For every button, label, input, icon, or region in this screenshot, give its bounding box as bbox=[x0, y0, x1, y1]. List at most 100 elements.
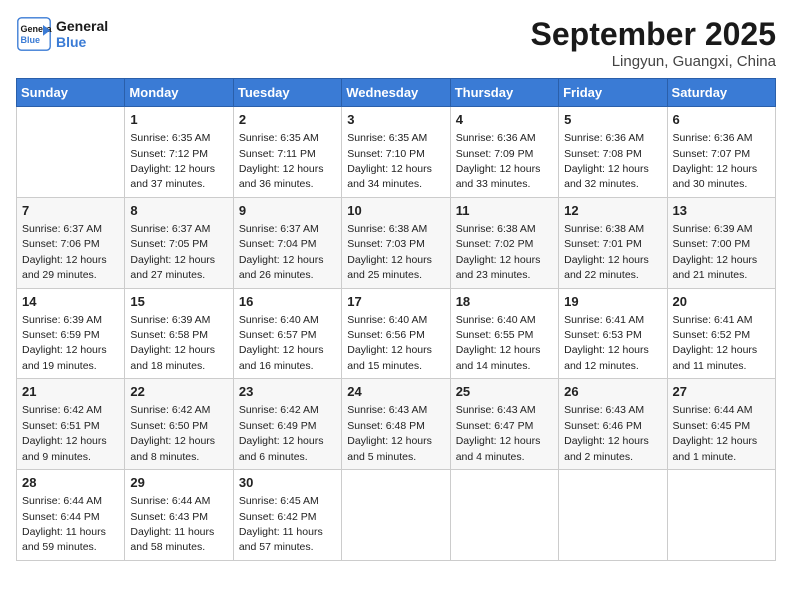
date-number: 20 bbox=[673, 293, 770, 311]
day-header-friday: Friday bbox=[559, 79, 667, 107]
calendar-cell: 26 Sunrise: 6:43 AM Sunset: 6:46 PM Dayli… bbox=[559, 379, 667, 470]
calendar-cell: 29Sunrise: 6:44 AM Sunset: 6:43 PM Dayli… bbox=[125, 470, 233, 561]
cell-info: Sunrise: 6:41 AM Sunset: 6:52 PM Dayligh… bbox=[673, 314, 758, 372]
cell-info: Sunrise: 6:39 AM Sunset: 6:59 PM Dayligh… bbox=[22, 314, 107, 372]
logo-text-general: General bbox=[56, 18, 108, 34]
cell-info: Sunrise: 6:35 AM Sunset: 7:12 PM Dayligh… bbox=[130, 132, 215, 190]
date-number: 18 bbox=[456, 293, 553, 311]
date-number: 14 bbox=[22, 293, 119, 311]
cell-info: Sunrise: 6:39 AM Sunset: 6:58 PM Dayligh… bbox=[130, 314, 215, 372]
location: Lingyun, Guangxi, China bbox=[531, 53, 776, 70]
calendar-cell: 13Sunrise: 6:39 AM Sunset: 7:00 PM Dayli… bbox=[667, 197, 775, 288]
calendar-week-1: 1Sunrise: 6:35 AM Sunset: 7:12 PM Daylig… bbox=[17, 107, 776, 198]
date-number: 27 bbox=[673, 383, 770, 401]
calendar-cell: 16 Sunrise: 6:40 AM Sunset: 6:57 PM Dayli… bbox=[233, 288, 341, 379]
calendar-cell: 4 Sunrise: 6:36 AM Sunset: 7:09 PM Daylig… bbox=[450, 107, 558, 198]
cell-info: Sunrise: 6:40 AM Sunset: 6:55 PM Dayligh… bbox=[456, 314, 541, 372]
calendar-cell: 18 Sunrise: 6:40 AM Sunset: 6:55 PM Dayli… bbox=[450, 288, 558, 379]
calendar-cell: 20 Sunrise: 6:41 AM Sunset: 6:52 PM Dayli… bbox=[667, 288, 775, 379]
cell-info: Sunrise: 6:38 AM Sunset: 7:03 PM Dayligh… bbox=[347, 223, 432, 281]
calendar-cell: 21Sunrise: 6:42 AM Sunset: 6:51 PM Dayli… bbox=[17, 379, 125, 470]
logo: General Blue General Blue bbox=[16, 16, 108, 52]
date-number: 6 bbox=[673, 111, 770, 129]
calendar-cell: 30Sunrise: 6:45 AM Sunset: 6:42 PM Dayli… bbox=[233, 470, 341, 561]
date-number: 26 bbox=[564, 383, 661, 401]
calendar-cell: 12 Sunrise: 6:38 AM Sunset: 7:01 PM Dayli… bbox=[559, 197, 667, 288]
cell-info: Sunrise: 6:41 AM Sunset: 6:53 PM Dayligh… bbox=[564, 314, 649, 372]
day-header-wednesday: Wednesday bbox=[342, 79, 450, 107]
date-number: 19 bbox=[564, 293, 661, 311]
cell-info: Sunrise: 6:35 AM Sunset: 7:11 PM Dayligh… bbox=[239, 132, 324, 190]
calendar-cell bbox=[559, 470, 667, 561]
date-number: 3 bbox=[347, 111, 444, 129]
cell-info: Sunrise: 6:39 AM Sunset: 7:00 PM Dayligh… bbox=[673, 223, 758, 281]
calendar-week-4: 21Sunrise: 6:42 AM Sunset: 6:51 PM Dayli… bbox=[17, 379, 776, 470]
date-number: 24 bbox=[347, 383, 444, 401]
cell-info: Sunrise: 6:36 AM Sunset: 7:09 PM Dayligh… bbox=[456, 132, 541, 190]
day-header-monday: Monday bbox=[125, 79, 233, 107]
date-number: 11 bbox=[456, 202, 553, 220]
cell-info: Sunrise: 6:42 AM Sunset: 6:51 PM Dayligh… bbox=[22, 404, 107, 462]
calendar-cell: 7 Sunrise: 6:37 AM Sunset: 7:06 PM Daylig… bbox=[17, 197, 125, 288]
day-header-sunday: Sunday bbox=[17, 79, 125, 107]
cell-info: Sunrise: 6:35 AM Sunset: 7:10 PM Dayligh… bbox=[347, 132, 432, 190]
calendar-cell: 28Sunrise: 6:44 AM Sunset: 6:44 PM Dayli… bbox=[17, 470, 125, 561]
calendar-cell bbox=[17, 107, 125, 198]
date-number: 5 bbox=[564, 111, 661, 129]
cell-info: Sunrise: 6:43 AM Sunset: 6:46 PM Dayligh… bbox=[564, 404, 649, 462]
calendar-cell bbox=[342, 470, 450, 561]
calendar-table: SundayMondayTuesdayWednesdayThursdayFrid… bbox=[16, 78, 776, 561]
date-number: 25 bbox=[456, 383, 553, 401]
cell-info: Sunrise: 6:38 AM Sunset: 7:02 PM Dayligh… bbox=[456, 223, 541, 281]
cell-info: Sunrise: 6:44 AM Sunset: 6:45 PM Dayligh… bbox=[673, 404, 758, 462]
calendar-cell bbox=[667, 470, 775, 561]
calendar-cell: 1Sunrise: 6:35 AM Sunset: 7:12 PM Daylig… bbox=[125, 107, 233, 198]
svg-text:Blue: Blue bbox=[21, 35, 41, 45]
cell-info: Sunrise: 6:38 AM Sunset: 7:01 PM Dayligh… bbox=[564, 223, 649, 281]
date-number: 23 bbox=[239, 383, 336, 401]
date-number: 2 bbox=[239, 111, 336, 129]
calendar-cell: 6 Sunrise: 6:36 AM Sunset: 7:07 PM Daylig… bbox=[667, 107, 775, 198]
calendar-cell: 19 Sunrise: 6:41 AM Sunset: 6:53 PM Dayli… bbox=[559, 288, 667, 379]
date-number: 12 bbox=[564, 202, 661, 220]
calendar-cell: 9 Sunrise: 6:37 AM Sunset: 7:04 PM Daylig… bbox=[233, 197, 341, 288]
calendar-cell: 23Sunrise: 6:42 AM Sunset: 6:49 PM Dayli… bbox=[233, 379, 341, 470]
calendar-cell: 27 Sunrise: 6:44 AM Sunset: 6:45 PM Dayli… bbox=[667, 379, 775, 470]
cell-info: Sunrise: 6:36 AM Sunset: 7:07 PM Dayligh… bbox=[673, 132, 758, 190]
calendar-header-row: SundayMondayTuesdayWednesdayThursdayFrid… bbox=[17, 79, 776, 107]
cell-info: Sunrise: 6:44 AM Sunset: 6:43 PM Dayligh… bbox=[130, 495, 214, 553]
day-header-thursday: Thursday bbox=[450, 79, 558, 107]
cell-info: Sunrise: 6:37 AM Sunset: 7:05 PM Dayligh… bbox=[130, 223, 215, 281]
date-number: 4 bbox=[456, 111, 553, 129]
date-number: 9 bbox=[239, 202, 336, 220]
cell-info: Sunrise: 6:43 AM Sunset: 6:47 PM Dayligh… bbox=[456, 404, 541, 462]
cell-info: Sunrise: 6:37 AM Sunset: 7:04 PM Dayligh… bbox=[239, 223, 324, 281]
calendar-cell: 15 Sunrise: 6:39 AM Sunset: 6:58 PM Dayli… bbox=[125, 288, 233, 379]
calendar-cell: 11 Sunrise: 6:38 AM Sunset: 7:02 PM Dayli… bbox=[450, 197, 558, 288]
calendar-cell: 10 Sunrise: 6:38 AM Sunset: 7:03 PM Dayli… bbox=[342, 197, 450, 288]
date-number: 10 bbox=[347, 202, 444, 220]
date-number: 22 bbox=[130, 383, 227, 401]
calendar-cell: 14 Sunrise: 6:39 AM Sunset: 6:59 PM Dayli… bbox=[17, 288, 125, 379]
calendar-cell: 5 Sunrise: 6:36 AM Sunset: 7:08 PM Daylig… bbox=[559, 107, 667, 198]
date-number: 7 bbox=[22, 202, 119, 220]
title-block: September 2025 Lingyun, Guangxi, China bbox=[531, 16, 776, 70]
date-number: 17 bbox=[347, 293, 444, 311]
logo-icon: General Blue bbox=[16, 16, 52, 52]
date-number: 15 bbox=[130, 293, 227, 311]
calendar-cell bbox=[450, 470, 558, 561]
cell-info: Sunrise: 6:44 AM Sunset: 6:44 PM Dayligh… bbox=[22, 495, 106, 553]
day-header-saturday: Saturday bbox=[667, 79, 775, 107]
cell-info: Sunrise: 6:36 AM Sunset: 7:08 PM Dayligh… bbox=[564, 132, 649, 190]
day-header-tuesday: Tuesday bbox=[233, 79, 341, 107]
cell-info: Sunrise: 6:40 AM Sunset: 6:57 PM Dayligh… bbox=[239, 314, 324, 372]
date-number: 16 bbox=[239, 293, 336, 311]
calendar-cell: 3 Sunrise: 6:35 AM Sunset: 7:10 PM Daylig… bbox=[342, 107, 450, 198]
page-header: General Blue General Blue September 2025… bbox=[16, 16, 776, 70]
calendar-cell: 22Sunrise: 6:42 AM Sunset: 6:50 PM Dayli… bbox=[125, 379, 233, 470]
calendar-week-3: 14 Sunrise: 6:39 AM Sunset: 6:59 PM Dayli… bbox=[17, 288, 776, 379]
calendar-cell: 8Sunrise: 6:37 AM Sunset: 7:05 PM Daylig… bbox=[125, 197, 233, 288]
calendar-cell: 25 Sunrise: 6:43 AM Sunset: 6:47 PM Dayli… bbox=[450, 379, 558, 470]
date-number: 30 bbox=[239, 474, 336, 492]
cell-info: Sunrise: 6:37 AM Sunset: 7:06 PM Dayligh… bbox=[22, 223, 107, 281]
